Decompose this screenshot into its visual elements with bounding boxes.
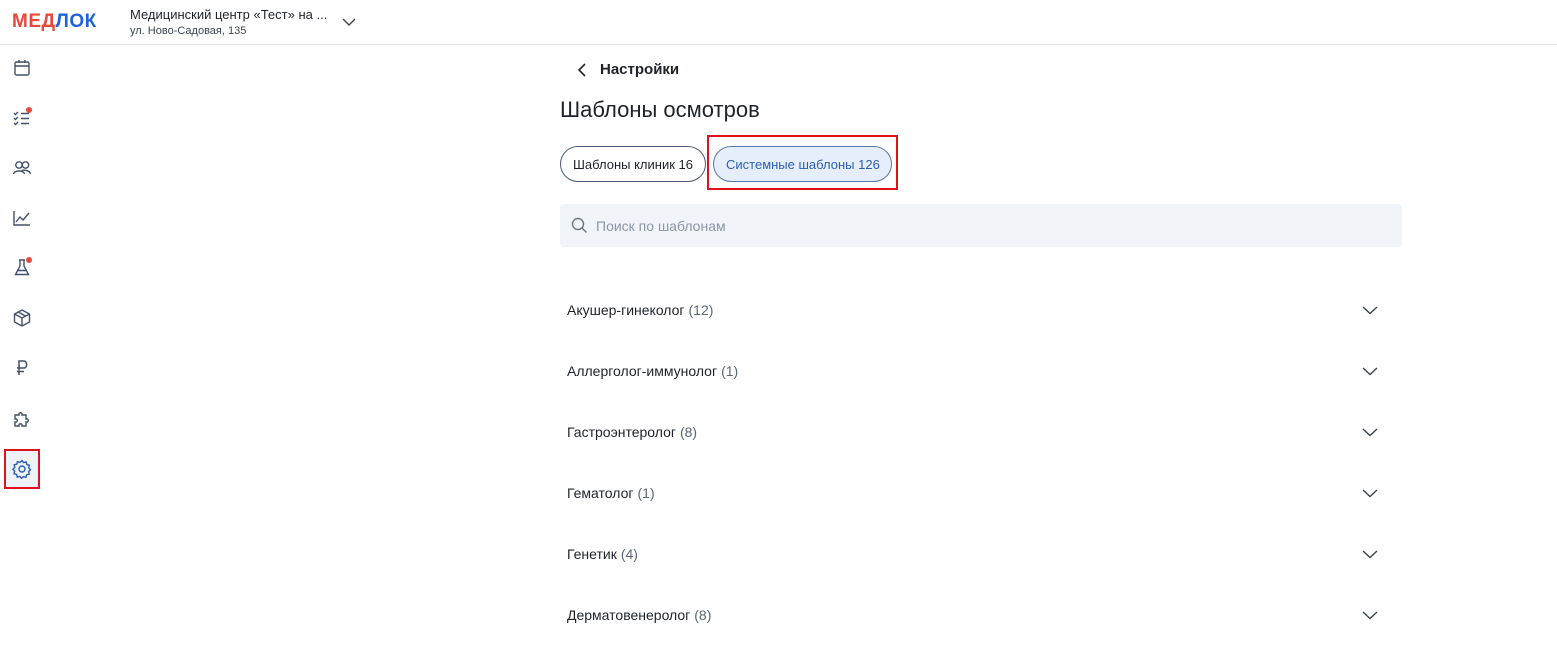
logo-part-blue: ЛОК — [55, 11, 97, 32]
chevron-down-icon[interactable] — [341, 14, 357, 30]
tab-system-templates[interactable]: Системные шаблоны 126 — [713, 146, 892, 182]
clinic-name: Медицинский центр «Тест» на ... — [130, 7, 328, 22]
sidebar-item-patients[interactable] — [4, 148, 40, 188]
chevron-down-icon[interactable] — [1362, 363, 1378, 379]
analytics-icon — [13, 211, 30, 226]
logo-part-red: МЕД — [12, 11, 56, 32]
clinic-address: ул. Ново-Садовая, 135 — [130, 25, 247, 37]
chevron-down-icon[interactable] — [1362, 485, 1378, 501]
puzzle-icon — [14, 412, 29, 427]
ruble-icon — [17, 360, 28, 375]
category-count: (1) — [721, 363, 739, 379]
patients-icon — [12, 161, 32, 175]
sidebar-item-tasks[interactable] — [4, 98, 40, 138]
notification-badge — [26, 257, 32, 263]
chevron-down-icon[interactable] — [1362, 424, 1378, 440]
chevron-down-icon[interactable] — [1362, 607, 1378, 623]
box-icon — [13, 309, 31, 327]
category-count: (8) — [679, 424, 698, 440]
clinic-selector[interactable]: Медицинский центр «Тест» на ... ул. Ново… — [130, 7, 340, 37]
category-name: Гастроэнтеролог — [567, 424, 676, 440]
category-item[interactable]: Генетик (4) — [560, 529, 1402, 579]
chevron-down-icon[interactable] — [1362, 546, 1378, 562]
category-name: Гематолог — [567, 485, 634, 501]
category-name: Генетик — [567, 546, 617, 562]
category-count: (4) — [620, 546, 638, 562]
category-item[interactable]: Дерматовенеролог (8) — [560, 590, 1402, 640]
category-count: (12) — [688, 302, 714, 318]
back-label: Настройки — [600, 61, 680, 78]
sidebar-item-integrations[interactable] — [4, 398, 40, 438]
notification-badge — [26, 107, 32, 113]
medlok-logo[interactable]: МЕДЛОК — [12, 11, 97, 33]
search-box — [560, 204, 1402, 247]
sidebar-item-analytics[interactable] — [4, 198, 40, 238]
chevron-left-icon — [577, 62, 586, 77]
category-count: (8) — [694, 607, 712, 623]
category-item[interactable]: Аллерголог-иммунолог (1) — [560, 346, 1402, 396]
calendar-icon — [14, 60, 30, 76]
chevron-down-icon[interactable] — [1362, 302, 1378, 318]
top-bar: МЕДЛОК Медицинский центр «Тест» на ... у… — [0, 0, 1557, 45]
category-item[interactable]: Гематолог (1) — [560, 468, 1402, 518]
category-count: (1) — [637, 485, 655, 501]
back-to-settings-link[interactable]: Настройки — [574, 61, 679, 78]
sidebar-item-calendar[interactable] — [4, 48, 40, 88]
search-icon — [571, 217, 587, 233]
sidebar — [0, 45, 44, 661]
sidebar-item-warehouse[interactable] — [4, 298, 40, 338]
category-name: Дерматовенеролог — [567, 607, 691, 623]
search-input[interactable] — [596, 204, 1386, 247]
sidebar-item-finance[interactable] — [4, 348, 40, 388]
category-item[interactable]: Гастроэнтеролог (8) — [560, 407, 1402, 457]
category-name: Аллерголог-иммунолог — [567, 363, 718, 379]
category-name: Акушер-гинеколог — [567, 302, 685, 318]
page-title: Шаблоны осмотров — [560, 97, 760, 122]
tab-clinic-templates[interactable]: Шаблоны клиник 16 — [560, 146, 706, 182]
sidebar-item-lab[interactable] — [4, 248, 40, 288]
settings-gear-icon — [12, 459, 32, 479]
sidebar-item-settings[interactable] — [4, 449, 40, 489]
category-item[interactable]: Акушер-гинеколог (12) — [560, 285, 1402, 335]
